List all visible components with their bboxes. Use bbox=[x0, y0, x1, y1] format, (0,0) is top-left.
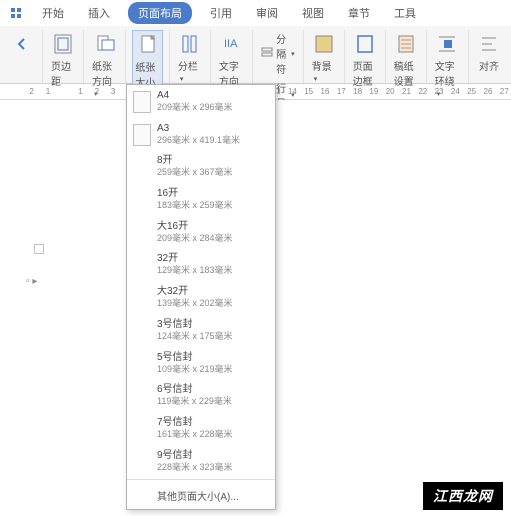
paper-size-dropdown: A4 209毫米 x 296毫米 A3 296毫米 x 419.1毫米 8开 2… bbox=[126, 84, 276, 510]
back-icon bbox=[10, 32, 34, 56]
app-menu-icon[interactable] bbox=[8, 5, 24, 21]
page-corner-indicator bbox=[34, 244, 44, 254]
tab-view[interactable]: 视图 bbox=[296, 1, 330, 25]
tab-tools[interactable]: 工具 bbox=[388, 1, 422, 25]
page-portrait-icon bbox=[133, 91, 151, 113]
paper-size-option[interactable]: 5号信封 109毫米 x 219毫米 bbox=[127, 347, 275, 380]
paper-size-option[interactable]: 16开 183毫米 x 259毫米 bbox=[127, 183, 275, 216]
margins-label: 页边距 bbox=[51, 58, 75, 88]
align-icon bbox=[477, 32, 501, 56]
background-label: 背景▾ bbox=[312, 58, 336, 84]
tab-sections[interactable]: 章节 bbox=[342, 1, 376, 25]
background-button[interactable]: 背景▾ bbox=[310, 30, 338, 86]
columns-button[interactable]: 分栏▾ bbox=[176, 30, 204, 86]
columns-icon bbox=[178, 32, 202, 56]
back-button[interactable] bbox=[8, 30, 36, 58]
page-side-icon: ▫ ▸ bbox=[26, 276, 37, 287]
tab-references[interactable]: 引用 bbox=[204, 1, 238, 25]
page-border-icon bbox=[353, 32, 377, 56]
background-icon bbox=[312, 32, 336, 56]
tab-home[interactable]: 开始 bbox=[36, 1, 70, 25]
page-portrait-icon bbox=[133, 124, 151, 146]
margins-icon bbox=[51, 32, 75, 56]
paper-size-option[interactable]: 32开 129毫米 x 183毫米 bbox=[127, 248, 275, 281]
paper-size-option[interactable]: A3 296毫米 x 419.1毫米 bbox=[127, 118, 275, 151]
page-border-label: 页面边框 bbox=[353, 58, 377, 88]
text-direction-icon: IIA bbox=[220, 32, 244, 56]
paper-size-option[interactable]: 7号信封 161毫米 x 228毫米 bbox=[127, 412, 275, 445]
watermark: 江西龙网 bbox=[423, 482, 503, 510]
paper-size-option[interactable]: 9号信封 228毫米 x 323毫米 bbox=[127, 445, 275, 478]
orientation-icon bbox=[93, 32, 117, 56]
chevron-down-icon: ▾ bbox=[291, 50, 295, 58]
paper-size-option[interactable]: 大16开 209毫米 x 284毫米 bbox=[127, 216, 275, 249]
tab-insert[interactable]: 插入 bbox=[82, 1, 116, 25]
draft-button[interactable]: 稿纸设置 bbox=[392, 30, 420, 90]
ribbon: 页边距 纸张方向▾ 纸张大小▾ 分栏▾ IIA bbox=[0, 26, 511, 84]
break-icon bbox=[261, 46, 273, 61]
columns-label: 分栏▾ bbox=[178, 58, 202, 84]
paper-size-option[interactable]: 大32开 139毫米 x 202毫米 bbox=[127, 281, 275, 314]
draft-label: 稿纸设置 bbox=[394, 58, 418, 88]
align-label: 对齐 bbox=[479, 58, 499, 73]
tab-review[interactable]: 审阅 bbox=[250, 1, 284, 25]
draft-icon bbox=[394, 32, 418, 56]
chevron-down-icon: ▾ bbox=[314, 76, 318, 83]
menu-tabs: 开始 插入 页面布局 引用 审阅 视图 章节 工具 bbox=[0, 0, 511, 26]
paper-size-option[interactable]: A4 209毫米 x 296毫米 bbox=[127, 85, 275, 118]
paper-size-option[interactable]: 8开 259毫米 x 367毫米 bbox=[127, 150, 275, 183]
text-wrap-icon bbox=[435, 32, 459, 56]
margins-button[interactable]: 页边距 bbox=[49, 30, 77, 90]
other-page-size-option[interactable]: 其他页面大小(A)... bbox=[127, 482, 275, 509]
page-border-button[interactable]: 页面边框 bbox=[351, 30, 379, 90]
align-button[interactable]: 对齐 bbox=[475, 30, 503, 75]
svg-text:IIA: IIA bbox=[224, 38, 238, 50]
chevron-down-icon: ▾ bbox=[180, 76, 184, 83]
paper-size-option[interactable]: 3号信封 124毫米 x 175毫米 bbox=[127, 314, 275, 347]
break-button[interactable]: 分隔符▾ bbox=[259, 30, 297, 77]
tab-page-layout[interactable]: 页面布局 bbox=[128, 2, 192, 24]
paper-size-icon bbox=[136, 33, 160, 57]
paper-size-option[interactable]: 6号信封 119毫米 x 229毫米 bbox=[127, 379, 275, 412]
